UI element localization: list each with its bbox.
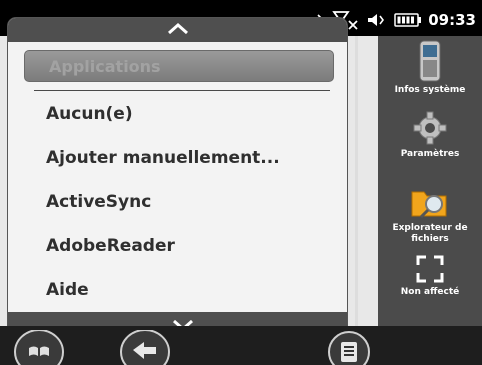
gear-icon bbox=[413, 111, 447, 145]
tile-label: Infos système bbox=[394, 85, 466, 95]
folder-search-icon bbox=[411, 191, 447, 219]
menu-item-add-manually[interactable]: Ajouter manuellement... bbox=[46, 148, 336, 168]
unassigned-frame-icon bbox=[416, 255, 444, 283]
menu-scroll-up-strip[interactable] bbox=[8, 18, 347, 42]
tile-unassigned[interactable]: Non affecté bbox=[378, 254, 482, 298]
tile-label: Non affecté bbox=[400, 287, 460, 297]
clock-time[interactable]: 09:33 bbox=[428, 11, 476, 29]
menu-item-activesync[interactable]: ActiveSync bbox=[46, 192, 336, 212]
menu-header[interactable]: Applications bbox=[24, 50, 334, 82]
tile-system-info[interactable]: Infos système bbox=[378, 40, 482, 96]
device-icon bbox=[419, 40, 441, 82]
menu-list-icon[interactable] bbox=[326, 330, 372, 365]
taskbar bbox=[0, 326, 482, 365]
applications-menu: Applications Aucun(e) Ajouter manuelleme… bbox=[8, 18, 347, 336]
volume-icon[interactable] bbox=[366, 11, 388, 29]
menu-item-help[interactable]: Aide bbox=[46, 280, 336, 300]
battery-icon[interactable] bbox=[394, 13, 422, 27]
app-tile-column: Infos système Paramètres Explorateur de … bbox=[378, 36, 482, 326]
tile-label: Paramètres bbox=[400, 149, 460, 159]
chevron-up-icon[interactable] bbox=[166, 22, 190, 36]
tile-settings[interactable]: Paramètres bbox=[378, 110, 482, 160]
menu-item-none[interactable]: Aucun(e) bbox=[46, 104, 336, 124]
tile-file-explorer[interactable]: Explorateur de fichiers bbox=[378, 184, 482, 245]
back-icon[interactable] bbox=[120, 330, 170, 365]
menu-divider bbox=[34, 90, 330, 91]
tile-label: Explorateur de fichiers bbox=[392, 223, 468, 244]
windows-start-icon[interactable] bbox=[14, 330, 64, 365]
menu-item-adobereader[interactable]: AdobeReader bbox=[46, 236, 336, 256]
